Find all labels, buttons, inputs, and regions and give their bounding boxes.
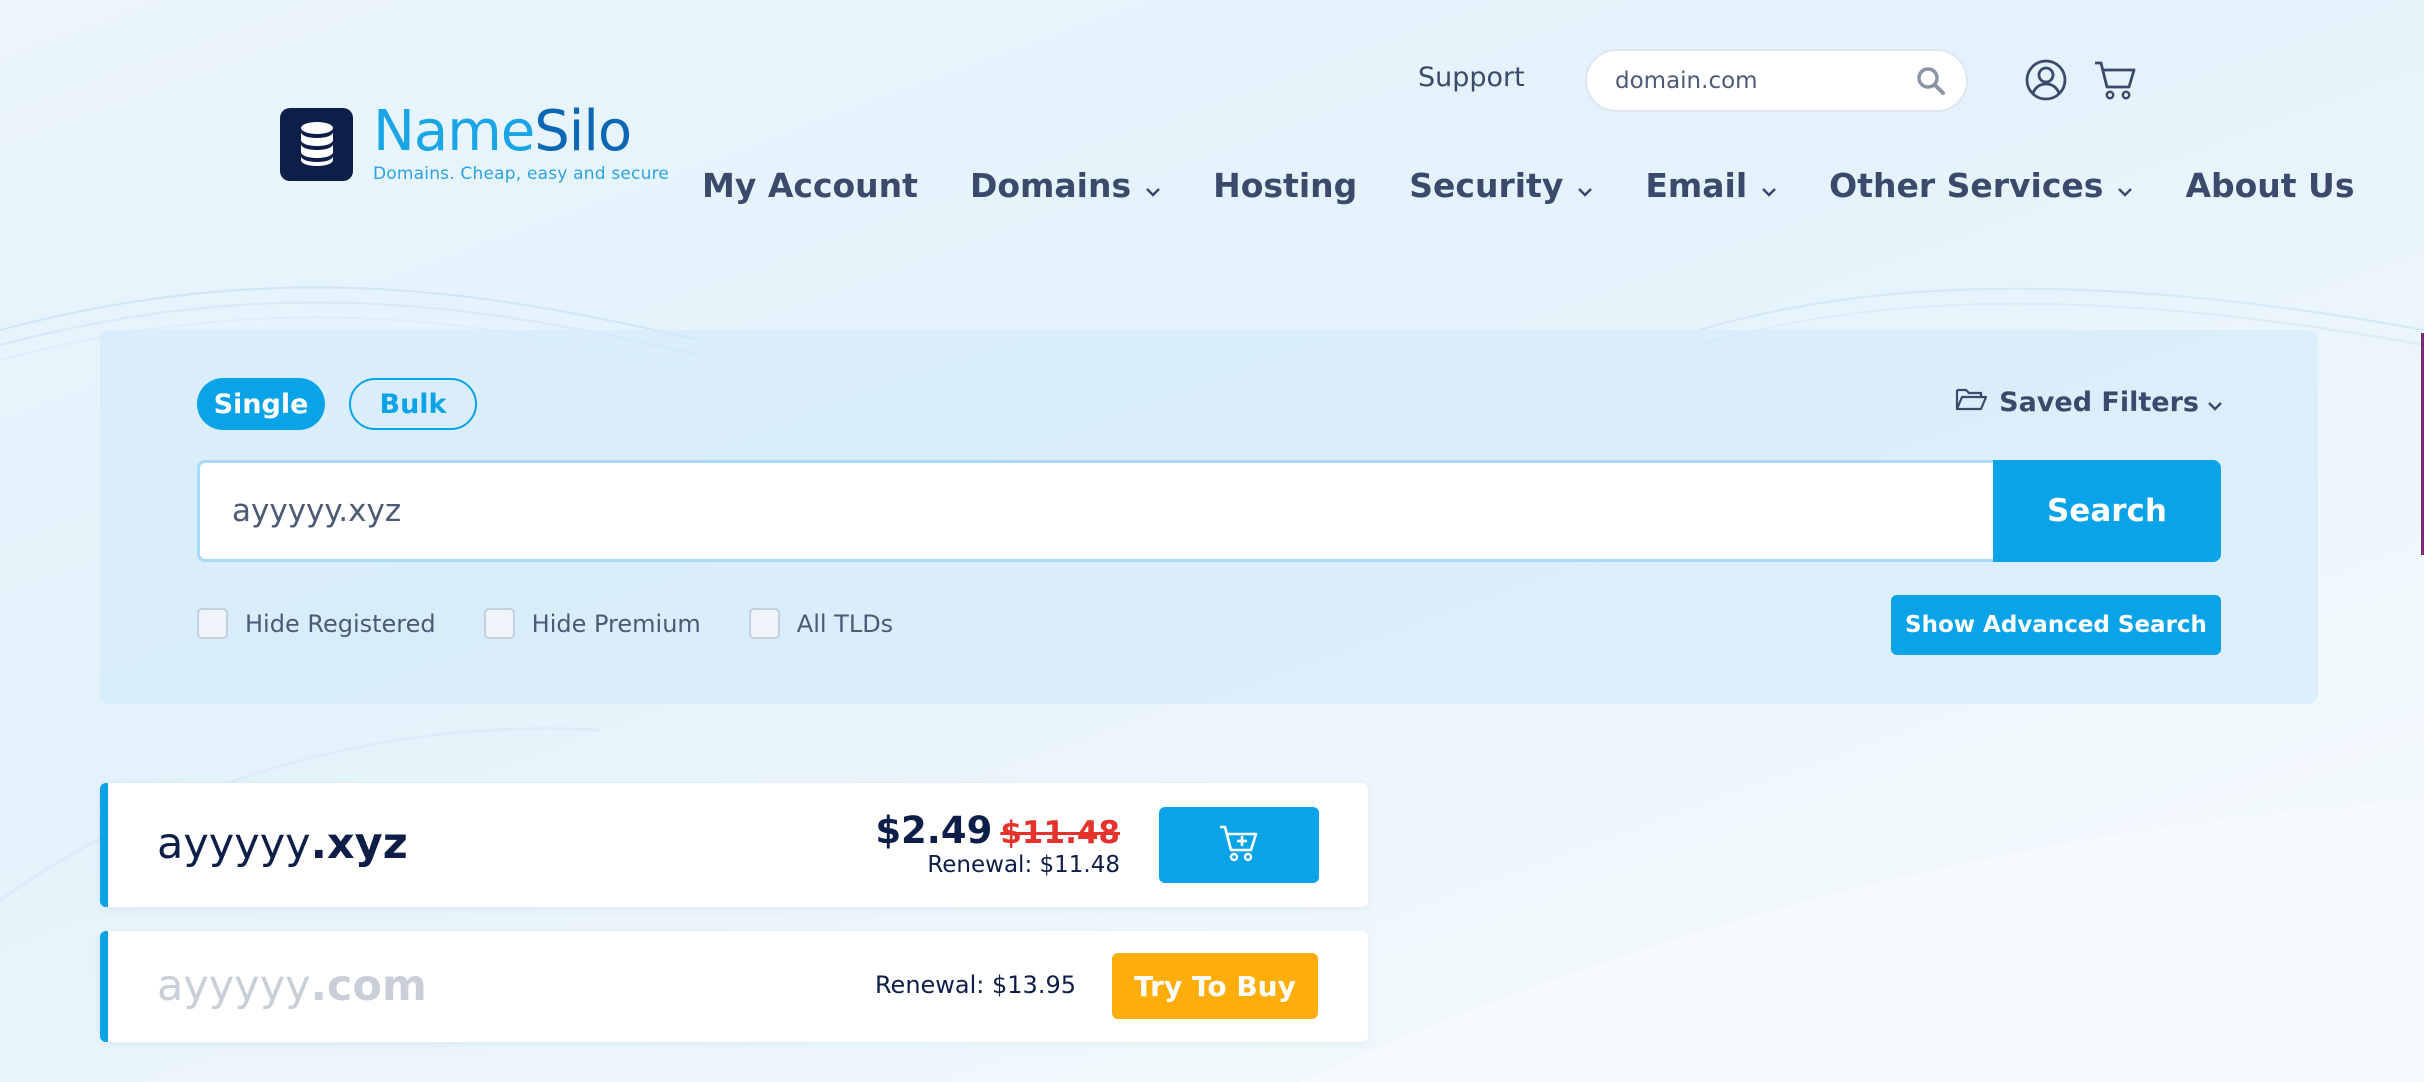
filter-hide-premium[interactable]: Hide Premium [483, 608, 701, 639]
mode-bulk-toggle[interactable]: Bulk [349, 378, 477, 430]
chevron-down-icon [2117, 166, 2133, 205]
original-price: $11.48 [1000, 815, 1120, 851]
result-row-available: ayyyyy.xyz $2.49 $11.48 Renewal: $11.48 [100, 783, 1368, 907]
add-to-cart-icon [1218, 822, 1260, 868]
search-button[interactable]: Search [1993, 460, 2221, 562]
chevron-down-icon [1577, 166, 1593, 205]
checkbox[interactable] [483, 608, 515, 639]
domain-search-box [197, 460, 1993, 562]
nav-other-services[interactable]: Other Services [1829, 166, 2133, 205]
price-block: $2.49 $11.48 Renewal: $11.48 [875, 809, 1120, 878]
show-advanced-search-button[interactable]: Show Advanced Search [1891, 595, 2221, 655]
nav-email[interactable]: Email [1645, 166, 1777, 205]
folder-open-icon [1955, 386, 1988, 419]
main-nav: My Account Domains Hosting Security Emai… [702, 166, 2354, 205]
saved-filters-dropdown[interactable]: Saved Filters [1955, 386, 2223, 419]
header-search-box [1585, 49, 1968, 112]
nav-security[interactable]: Security [1409, 166, 1593, 205]
result-domain-name: ayyyyy.xyz [157, 819, 408, 869]
user-account-icon[interactable] [2025, 59, 2067, 105]
chevron-down-icon [1761, 166, 1777, 205]
domain-search-panel: Single Bulk Saved Filters Search Hide Re… [100, 330, 2318, 704]
saved-filters-label: Saved Filters [1999, 387, 2199, 418]
brand-logo[interactable]: NameSilo Domains. Cheap, easy and secure [280, 104, 669, 184]
filter-hide-registered[interactable]: Hide Registered [197, 608, 436, 639]
mode-single-toggle[interactable]: Single [197, 378, 325, 430]
domain-search-input[interactable] [232, 493, 1932, 529]
checkbox[interactable] [197, 608, 228, 639]
nav-domains[interactable]: Domains [970, 166, 1161, 205]
renewal-price: Renewal: $13.95 [874, 971, 1076, 999]
brand-tagline: Domains. Cheap, easy and secure [373, 164, 670, 184]
result-domain-name: ayyyyy.com [157, 961, 427, 1011]
header-search-input[interactable] [1615, 67, 1905, 94]
checkbox[interactable] [748, 608, 780, 639]
chevron-down-icon [2207, 387, 2223, 418]
database-logo-icon [280, 107, 353, 181]
nav-hosting[interactable]: Hosting [1213, 166, 1357, 205]
search-icon[interactable] [1916, 66, 1946, 100]
nav-about-us[interactable]: About Us [2185, 166, 2354, 205]
add-to-cart-button[interactable] [1159, 807, 1319, 883]
try-to-buy-button[interactable]: Try To Buy [1112, 953, 1318, 1019]
filter-all-tlds[interactable]: All TLDs [748, 608, 893, 639]
nav-my-account[interactable]: My Account [702, 166, 918, 205]
search-filters: Hide Registered Hide Premium All TLDs [197, 608, 941, 639]
brand-name: NameSilo [373, 99, 632, 164]
support-link[interactable]: Support [1418, 62, 1525, 93]
renewal-price: Renewal: $11.48 [927, 852, 1120, 878]
shopping-cart-icon[interactable] [2093, 58, 2137, 106]
chevron-down-icon [1145, 166, 1161, 205]
sale-price: $2.49 [875, 809, 993, 852]
result-row-registered: ayyyyy.com Renewal: $13.95 Try To Buy [100, 931, 1368, 1042]
